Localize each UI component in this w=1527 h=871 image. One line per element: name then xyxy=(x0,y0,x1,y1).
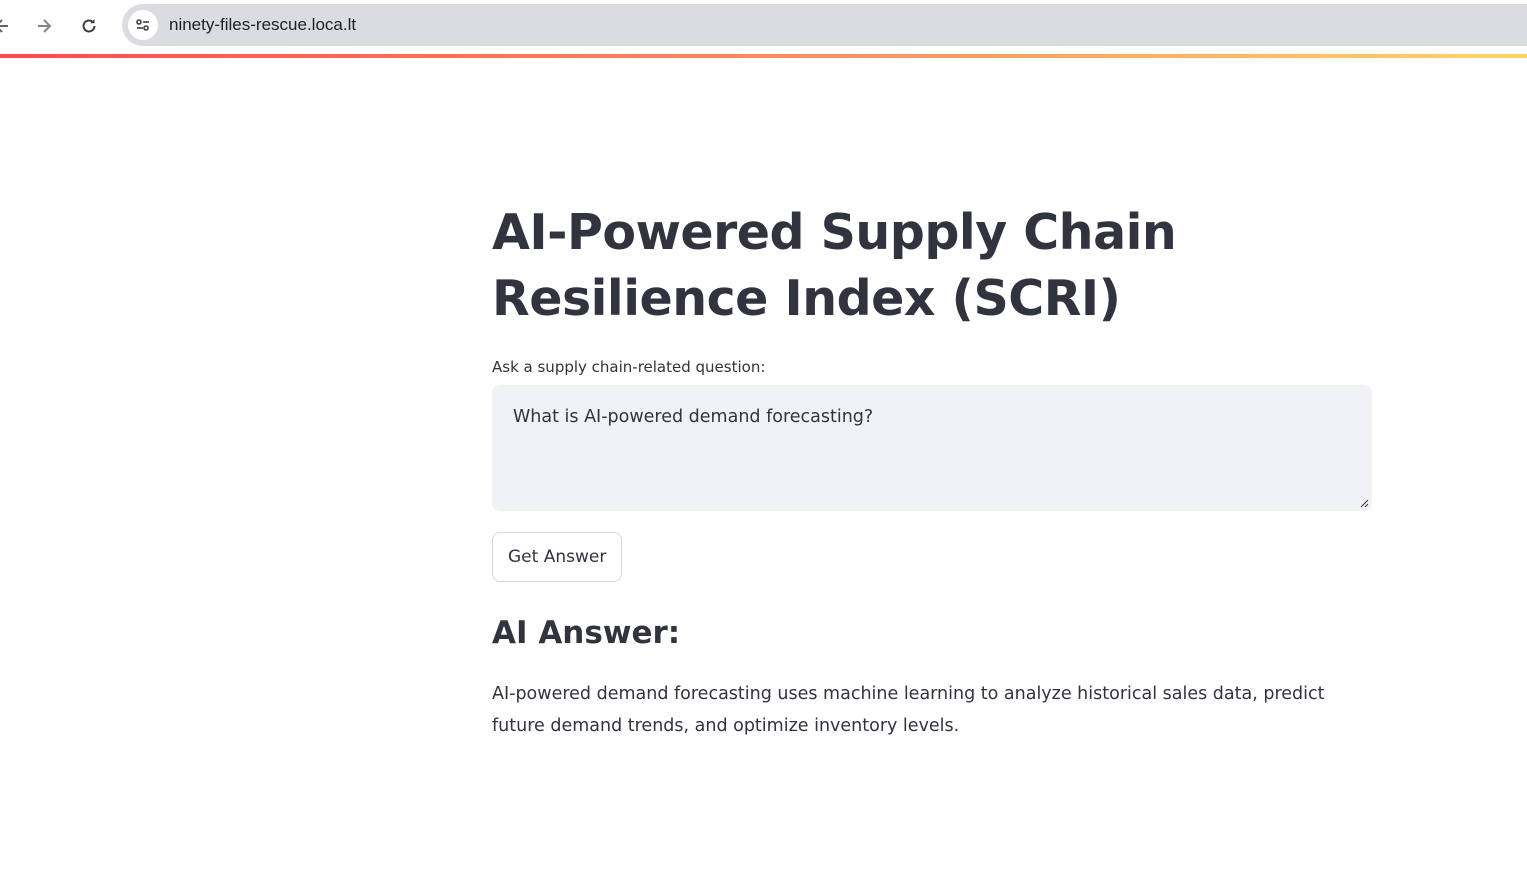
top-decoration-bar xyxy=(0,54,1527,58)
reload-button[interactable] xyxy=(73,10,105,42)
arrow-right-icon xyxy=(38,19,52,33)
get-answer-button[interactable]: Get Answer xyxy=(492,532,623,582)
question-input[interactable]: What is AI-powered demand forecasting? xyxy=(492,385,1372,511)
question-textarea-container: What is AI-powered demand forecasting? xyxy=(492,385,1372,511)
page-title: AI-Powered Supply Chain Resilience Index… xyxy=(492,204,1177,327)
address-bar[interactable]: ninety-files-rescue.loca.lt xyxy=(122,4,1527,46)
resize-handle-icon[interactable] xyxy=(1359,498,1369,508)
browser-toolbar: ninety-files-rescue.loca.lt xyxy=(0,0,1527,52)
forward-button[interactable] xyxy=(28,10,60,42)
tune-icon xyxy=(136,19,149,31)
main-content: AI-Powered Supply Chain Resilience Index… xyxy=(492,200,1372,742)
back-button[interactable] xyxy=(0,10,18,42)
answer-text: AI-powered demand forecasting uses machi… xyxy=(492,684,1325,736)
answer-heading: AI Answer: xyxy=(492,615,681,651)
reload-icon xyxy=(82,19,96,33)
url-text[interactable]: ninety-files-rescue.loca.lt xyxy=(169,15,356,35)
question-label: Ask a supply chain-related question: xyxy=(492,358,766,376)
site-info-button[interactable] xyxy=(128,10,158,40)
arrow-left-icon xyxy=(0,19,8,33)
